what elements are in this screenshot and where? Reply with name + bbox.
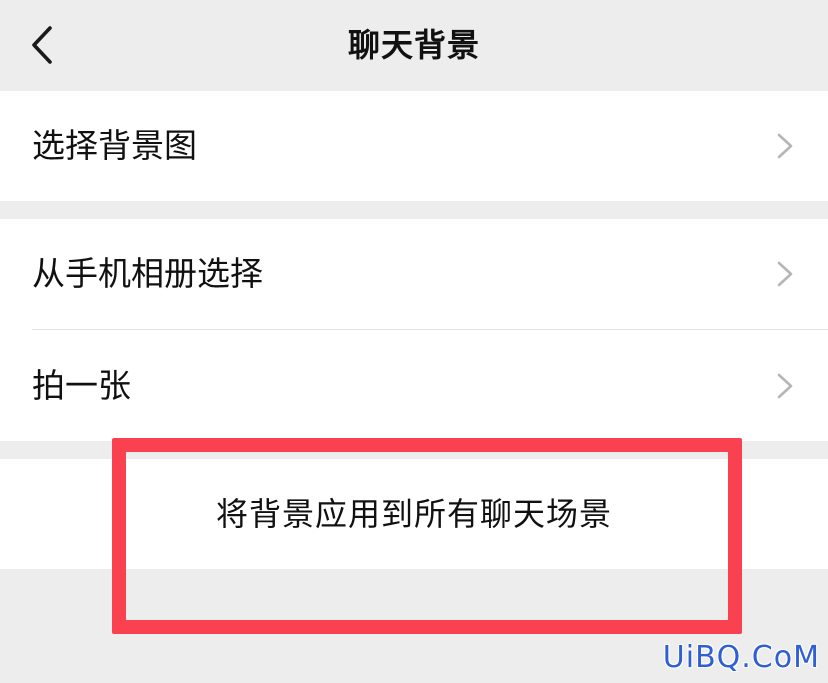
take-photo-label: 拍一张 — [32, 366, 131, 405]
settings-group-apply: 将背景应用到所有聊天场景 — [0, 459, 828, 569]
apply-all-chats-button[interactable]: 将背景应用到所有聊天场景 — [0, 459, 828, 569]
watermark-logo: UiBQ.CoM — [662, 640, 820, 675]
nav-bar: 聊天背景 — [0, 0, 828, 90]
select-background-row[interactable]: 选择背景图 — [0, 91, 828, 201]
chevron-right-icon — [777, 373, 793, 399]
chevron-right-icon — [777, 133, 793, 159]
chevron-left-icon — [32, 26, 52, 64]
from-album-label: 从手机相册选择 — [32, 254, 263, 293]
page-title: 聊天背景 — [347, 26, 480, 64]
apply-all-chats-label: 将背景应用到所有聊天场景 — [215, 495, 612, 533]
chevron-right-icon — [777, 261, 793, 287]
settings-group-photo: 从手机相册选择 拍一张 — [0, 219, 828, 441]
take-photo-row[interactable]: 拍一张 — [0, 331, 828, 441]
select-background-label: 选择背景图 — [32, 126, 197, 165]
from-album-row[interactable]: 从手机相册选择 — [0, 219, 828, 329]
row-divider — [32, 329, 828, 330]
back-button[interactable] — [22, 20, 72, 70]
settings-group-background: 选择背景图 — [0, 91, 828, 201]
